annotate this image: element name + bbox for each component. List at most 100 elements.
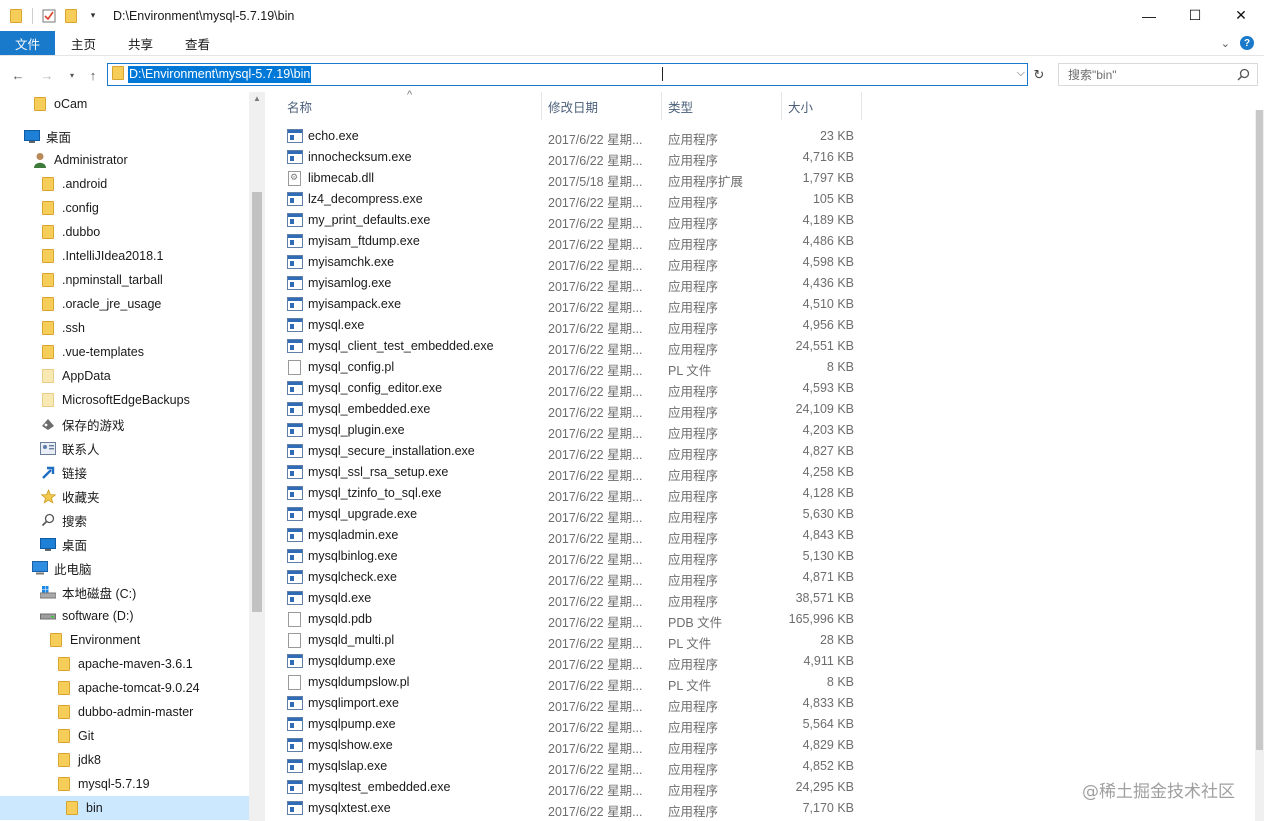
tab-view[interactable]: 查看 (169, 31, 226, 55)
sidebar-item[interactable]: .oracle_jre_usage (0, 292, 249, 316)
properties-icon[interactable] (41, 8, 57, 24)
file-row[interactable]: mysqld_multi.pl 2017/6/22 星期... PL 文件 28 KB (285, 630, 863, 651)
sidebar-item[interactable]: 桌面 (0, 532, 249, 556)
sidebar-item[interactable]: mysql-5.7.19 (0, 772, 249, 796)
recent-locations-icon[interactable]: ▾ (62, 65, 82, 85)
file-row[interactable]: myisampack.exe 2017/6/22 星期... 应用程序 4,510 K… (285, 294, 863, 315)
sidebar-item[interactable]: .dubbo (0, 220, 249, 244)
tab-share[interactable]: 共享 (112, 31, 169, 55)
file-row[interactable]: mysqladmin.exe 2017/6/22 星期... 应用程序 4,843 K… (285, 525, 863, 546)
sidebar-item[interactable]: 本地磁盘 (C:) (0, 580, 249, 604)
minimize-button[interactable]: — (1126, 0, 1172, 31)
search-input[interactable]: 搜索"bin" (1058, 63, 1258, 86)
file-row[interactable]: myisamchk.exe 2017/6/22 星期... 应用程序 4,598 KB (285, 252, 863, 273)
file-row[interactable]: libmecab.dll 2017/5/18 星期... 应用程序扩展 1,797 K… (285, 168, 863, 189)
sidebar-item[interactable]: apache-maven-3.6.1 (0, 652, 249, 676)
new-folder-icon[interactable] (63, 8, 79, 24)
file-row[interactable]: echo.exe 2017/6/22 星期... 应用程序 23 KB (285, 126, 863, 147)
file-row[interactable]: mysqltest_embedded.exe 2017/6/22 星期... 应用程… (285, 777, 863, 798)
file-row[interactable]: mysqld.exe 2017/6/22 星期... 应用程序 38,571 KB (285, 588, 863, 609)
sidebar-item[interactable]: 收藏夹 (0, 484, 249, 508)
back-arrow-icon[interactable]: ← (8, 65, 28, 85)
sidebar-item[interactable]: Environment (0, 628, 249, 652)
file-row[interactable]: mysqlimport.exe 2017/6/22 星期... 应用程序 4,833 … (285, 693, 863, 714)
file-row[interactable]: mysqldumpslow.pl 2017/6/22 星期... PL 文件 8 KB (285, 672, 863, 693)
file-row[interactable]: mysqlbinlog.exe 2017/6/22 星期... 应用程序 5,130 … (285, 546, 863, 567)
sidebar-item[interactable]: .ssh (0, 316, 249, 340)
sidebar-item[interactable]: Administrator (0, 148, 249, 172)
column-size[interactable]: 大小 (788, 92, 813, 120)
column-date[interactable]: 修改日期 (548, 92, 598, 120)
column-name[interactable]: 名称 (287, 92, 312, 120)
search-icon[interactable] (1237, 68, 1250, 84)
scroll-up-icon[interactable]: ▲ (249, 94, 265, 108)
address-bar[interactable]: D:\Environment\mysql-5.7.19\bin ⌵ (107, 63, 1028, 86)
divider[interactable] (861, 92, 862, 120)
file-row[interactable]: mysql_secure_installation.exe 2017/6/22 星… (285, 441, 863, 462)
divider[interactable] (541, 92, 542, 120)
file-row[interactable]: myisamlog.exe 2017/6/22 星期... 应用程序 4,436 KB (285, 273, 863, 294)
sidebar-item[interactable]: bin (0, 796, 249, 820)
divider[interactable] (661, 92, 662, 120)
file-list-scrollbar-thumb[interactable] (1256, 110, 1263, 750)
sidebar-item[interactable]: .npminstall_tarball (0, 268, 249, 292)
file-row[interactable]: mysqlslap.exe 2017/6/22 星期... 应用程序 4,852 KB (285, 756, 863, 777)
sidebar-item[interactable]: 桌面 (0, 124, 249, 148)
file-row[interactable]: mysqldump.exe 2017/6/22 星期... 应用程序 4,911 KB (285, 651, 863, 672)
file-row[interactable]: mysql_config.pl 2017/6/22 星期... PL 文件 8 KB (285, 357, 863, 378)
nav-scrollbar-thumb[interactable] (252, 192, 262, 612)
sidebar-item[interactable]: oCam (0, 92, 249, 116)
expand-ribbon-icon[interactable]: ⌄ (1221, 37, 1230, 50)
file-list-scrollbar[interactable] (1255, 110, 1264, 821)
divider[interactable] (781, 92, 782, 120)
file-row[interactable]: mysqlshow.exe 2017/6/22 星期... 应用程序 4,829 KB (285, 735, 863, 756)
file-row[interactable]: mysql_embedded.exe 2017/6/22 星期... 应用程序 24,… (285, 399, 863, 420)
file-row[interactable]: mysql_ssl_rsa_setup.exe 2017/6/22 星期... 应用… (285, 462, 863, 483)
maximize-button[interactable]: ☐ (1172, 0, 1218, 31)
refresh-icon[interactable]: ↻ (1030, 65, 1048, 85)
address-path[interactable]: D:\Environment\mysql-5.7.19\bin (128, 66, 312, 83)
file-row[interactable]: mysqlpump.exe 2017/6/22 星期... 应用程序 5,564 KB (285, 714, 863, 735)
file-row[interactable]: innochecksum.exe 2017/6/22 星期... 应用程序 4,716… (285, 147, 863, 168)
file-row[interactable]: myisam_ftdump.exe 2017/6/22 星期... 应用程序 4,48… (285, 231, 863, 252)
sidebar-item[interactable]: .config (0, 196, 249, 220)
up-arrow-icon[interactable]: ↑ (83, 65, 103, 85)
sidebar-item[interactable]: Git (0, 724, 249, 748)
nav-scrollbar[interactable]: ▲ (249, 92, 265, 821)
file-row[interactable]: my_print_defaults.exe 2017/6/22 星期... 应用程序… (285, 210, 863, 231)
sidebar-item[interactable]: .vue-templates (0, 340, 249, 364)
file-row[interactable]: mysql.exe 2017/6/22 星期... 应用程序 4,956 KB (285, 315, 863, 336)
file-row[interactable]: lz4_decompress.exe 2017/6/22 星期... 应用程序 105… (285, 189, 863, 210)
file-row[interactable]: mysql_plugin.exe 2017/6/22 星期... 应用程序 4,203… (285, 420, 863, 441)
close-button[interactable]: ✕ (1218, 0, 1264, 31)
sidebar-item[interactable]: 此电脑 (0, 556, 249, 580)
sidebar-item[interactable]: MicrosoftEdgeBackups (0, 388, 249, 412)
sidebar-item[interactable]: 保存的游戏 (0, 412, 249, 436)
file-row[interactable]: mysql_config_editor.exe 2017/6/22 星期... 应用… (285, 378, 863, 399)
sidebar-item[interactable]: 链接 (0, 460, 249, 484)
sidebar-item[interactable]: jdk8 (0, 748, 249, 772)
sidebar-item[interactable]: AppData (0, 364, 249, 388)
file-row[interactable]: mysql_upgrade.exe 2017/6/22 星期... 应用程序 5,63… (285, 504, 863, 525)
sidebar-item[interactable]: apache-tomcat-9.0.24 (0, 676, 249, 700)
forward-arrow-icon[interactable]: → (37, 65, 57, 85)
windows-drive-icon (40, 584, 56, 600)
sidebar-item[interactable]: dubbo-admin-master (0, 700, 249, 724)
chevron-down-icon[interactable]: ⌵ (1017, 67, 1025, 80)
help-icon[interactable]: ? (1240, 36, 1254, 50)
sidebar-item[interactable]: 搜索 (0, 508, 249, 532)
customize-toolbar-icon[interactable]: ▾ (85, 8, 101, 24)
file-row[interactable]: mysqlcheck.exe 2017/6/22 星期... 应用程序 4,871 K… (285, 567, 863, 588)
sidebar-item[interactable]: 联系人 (0, 436, 249, 460)
tab-file[interactable]: 文件 (0, 31, 55, 55)
file-row[interactable]: mysql_tzinfo_to_sql.exe 2017/6/22 星期... 应用… (285, 483, 863, 504)
sidebar-item[interactable]: software (D:) (0, 604, 249, 628)
column-type[interactable]: 类型 (668, 92, 693, 120)
file-row[interactable]: mysqld.pdb 2017/6/22 星期... PDB 文件 165,996 K… (285, 609, 863, 630)
file-row[interactable]: mysqlxtest.exe 2017/6/22 星期... 应用程序 7,170 K… (285, 798, 863, 819)
file-row[interactable]: mysql_client_test_embedded.exe 2017/6/22 … (285, 336, 863, 357)
file-type: 应用程序 (668, 574, 719, 588)
sidebar-item[interactable]: .android (0, 172, 249, 196)
sidebar-item[interactable]: .IntelliJIdea2018.1 (0, 244, 249, 268)
tab-home[interactable]: 主页 (55, 31, 112, 55)
